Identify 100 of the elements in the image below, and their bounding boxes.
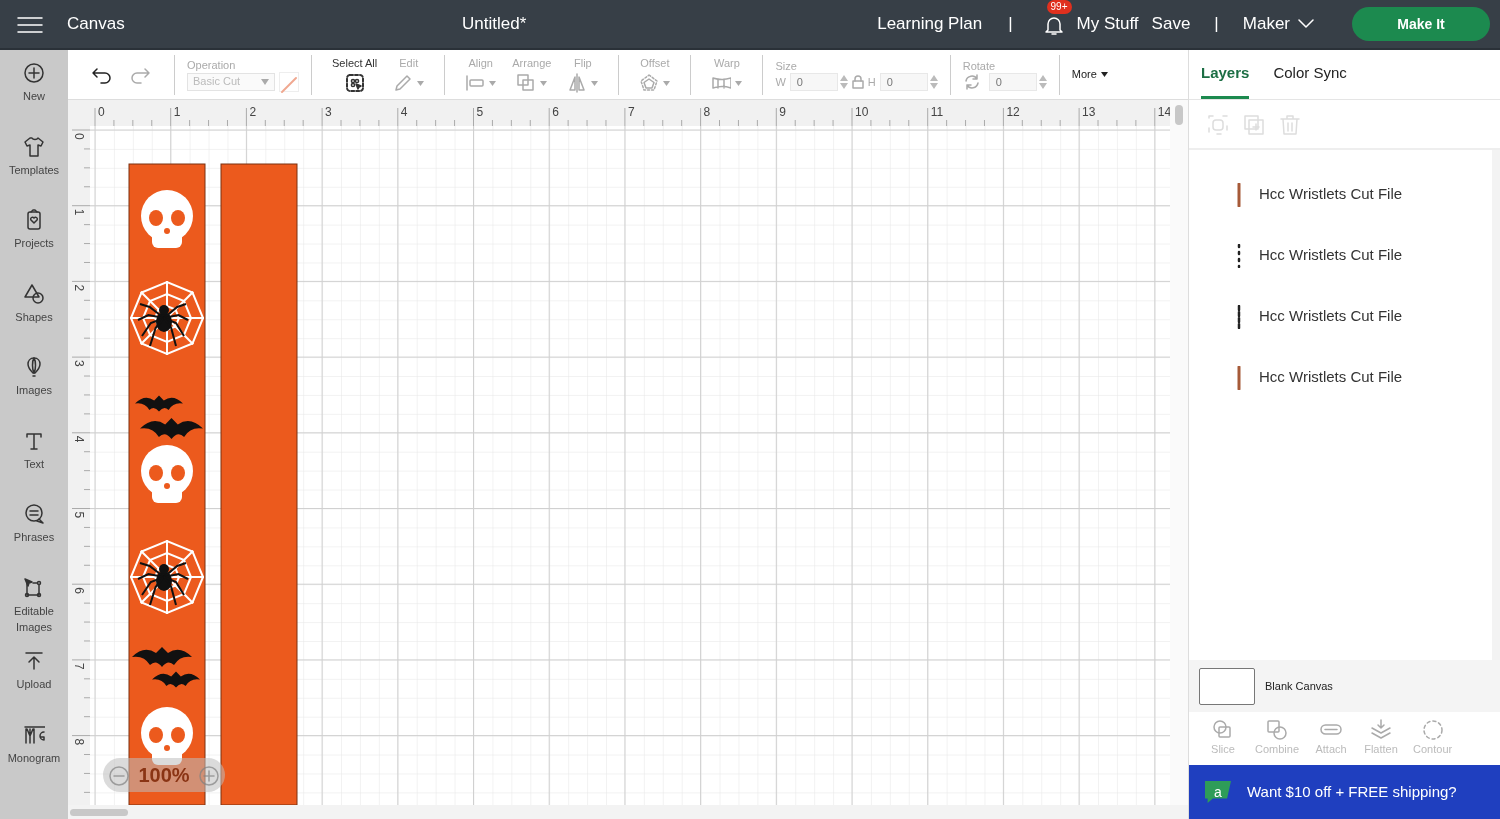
toolbar-label: Size	[775, 58, 798, 73]
shapes-icon	[23, 282, 45, 305]
chevron-down-icon	[1298, 19, 1314, 29]
ruler-label: 1	[72, 208, 86, 216]
ruler-label: 11	[930, 105, 944, 119]
redo-icon	[131, 65, 153, 86]
ruler-label: 3	[325, 105, 332, 119]
layer-item[interactable]: Hcc Wristlets Cut File	[1189, 225, 1492, 286]
sidebar-item[interactable]: Editable Images	[0, 574, 68, 648]
sidebar-item[interactable]: Shapes	[0, 280, 68, 354]
promo-banner[interactable]: a Want $10 off + FREE shipping?	[1189, 765, 1500, 819]
ruler-label: 10	[855, 105, 869, 119]
caret-down-icon	[261, 78, 269, 85]
flatten-icon	[1370, 719, 1393, 742]
ruler-label: 5	[476, 105, 484, 119]
my-stuff-link[interactable]: My Stuff	[1076, 11, 1139, 37]
trash-icon	[1279, 113, 1301, 136]
scrollbar-thumb[interactable]	[70, 809, 128, 816]
panel-tab[interactable]: Layers	[1201, 50, 1250, 99]
combine-icon	[1266, 719, 1288, 742]
ruler-label: 9	[779, 105, 786, 119]
menu-icon	[17, 14, 43, 35]
make-it-button[interactable]: Make It	[1352, 7, 1490, 41]
ruler-label: 2	[72, 284, 86, 292]
ruler-label: 4	[72, 435, 86, 443]
ruler-label: 0	[72, 133, 86, 140]
canvas-swatch[interactable]	[1199, 667, 1255, 705]
ruler-label: 14	[1157, 105, 1170, 119]
pen-color-swatch[interactable]	[279, 71, 299, 92]
sidebar-item[interactable]: Images	[0, 354, 68, 428]
select-all-icon	[344, 73, 365, 93]
ruler-label: 6	[552, 105, 559, 119]
monogram-icon	[23, 723, 45, 746]
blank-canvas-label: Blank Canvas	[1265, 678, 1333, 694]
sidebar-item[interactable]: Phrases	[0, 501, 68, 575]
upload-icon	[23, 650, 45, 672]
sidebar-item[interactable]: Upload	[0, 648, 68, 722]
ruler-label: 12	[1006, 105, 1020, 119]
zoom-out-button[interactable]	[108, 763, 130, 787]
toolbar-button[interactable]: Select All	[324, 56, 386, 93]
zoom-in-button[interactable]	[198, 763, 220, 787]
group-icon	[1207, 113, 1229, 136]
ruler-label: 2	[249, 105, 257, 119]
layer-item[interactable]: Hcc Wristlets Cut File	[1189, 164, 1492, 225]
ruler-label: 6	[72, 587, 86, 594]
rotate-icon	[962, 72, 981, 91]
contour-icon	[1421, 719, 1444, 742]
machine-dropdown[interactable]: Maker	[1242, 11, 1314, 37]
ruler-label: 0	[98, 105, 105, 119]
sidebar-item[interactable]: Monogram	[0, 721, 68, 795]
duplicate-icon	[1243, 113, 1265, 136]
minus-circle-icon	[108, 764, 130, 787]
learning-plan-link[interactable]: Learning Plan	[877, 11, 983, 37]
zoom-level: 100%	[138, 763, 190, 788]
layer-item[interactable]: Hcc Wristlets Cut File	[1189, 286, 1492, 347]
ruler-label: 1	[173, 105, 181, 119]
caret-down-icon	[591, 80, 599, 86]
flip-icon	[567, 73, 588, 93]
lock-icon	[851, 74, 864, 89]
machine-name: Maker	[1242, 13, 1290, 36]
arrange-icon	[516, 73, 537, 93]
promo-logo: a	[1205, 781, 1231, 803]
plus-circle-icon	[198, 764, 220, 787]
caret-down-icon	[417, 80, 425, 86]
undo-icon	[91, 65, 113, 86]
ruler-label: 5	[72, 511, 86, 519]
divider-text: |	[1214, 13, 1219, 36]
caret-down-icon	[489, 80, 497, 86]
shirt-icon	[23, 135, 45, 158]
ruler-label: 4	[400, 105, 408, 119]
ruler-label: 3	[72, 360, 86, 367]
ruler-label: 7	[72, 662, 86, 670]
save-button[interactable]: Save	[1151, 11, 1191, 37]
toolbar-label: Rotate	[962, 58, 997, 73]
sidebar-item[interactable]: Text	[0, 427, 68, 501]
ruler-label: 13	[1082, 105, 1096, 119]
caret-down-icon	[540, 80, 548, 86]
sidebar-item[interactable]: Templates	[0, 133, 68, 207]
caret-down-icon	[735, 80, 743, 86]
speech-bubble-icon	[23, 503, 45, 525]
field-label: H	[867, 74, 876, 89]
sidebar-item[interactable]: New	[0, 60, 68, 134]
notification-badge: 99+	[1046, 0, 1072, 14]
panel-tab[interactable]: Color Sync	[1273, 50, 1347, 99]
divider-text: |	[1008, 13, 1013, 36]
pencil-icon	[393, 73, 414, 93]
ruler-label: 8	[703, 105, 711, 119]
align-icon	[465, 73, 486, 93]
ruler-label: 8	[72, 738, 86, 746]
plus-circle-icon	[23, 62, 45, 84]
scrollbar-thumb[interactable]	[1175, 105, 1183, 125]
sidebar-item[interactable]: Projects	[0, 207, 68, 281]
toolbar-label: Operation	[187, 57, 237, 72]
document-title: Untitled*	[462, 13, 527, 36]
ruler-label: 7	[627, 105, 635, 119]
field-label: W	[775, 74, 786, 89]
caret-down-icon	[663, 80, 671, 86]
caret-down-icon	[1100, 72, 1108, 77]
more-dropdown[interactable]: More	[1071, 66, 1108, 83]
layer-item[interactable]: Hcc Wristlets Cut File	[1189, 347, 1492, 408]
